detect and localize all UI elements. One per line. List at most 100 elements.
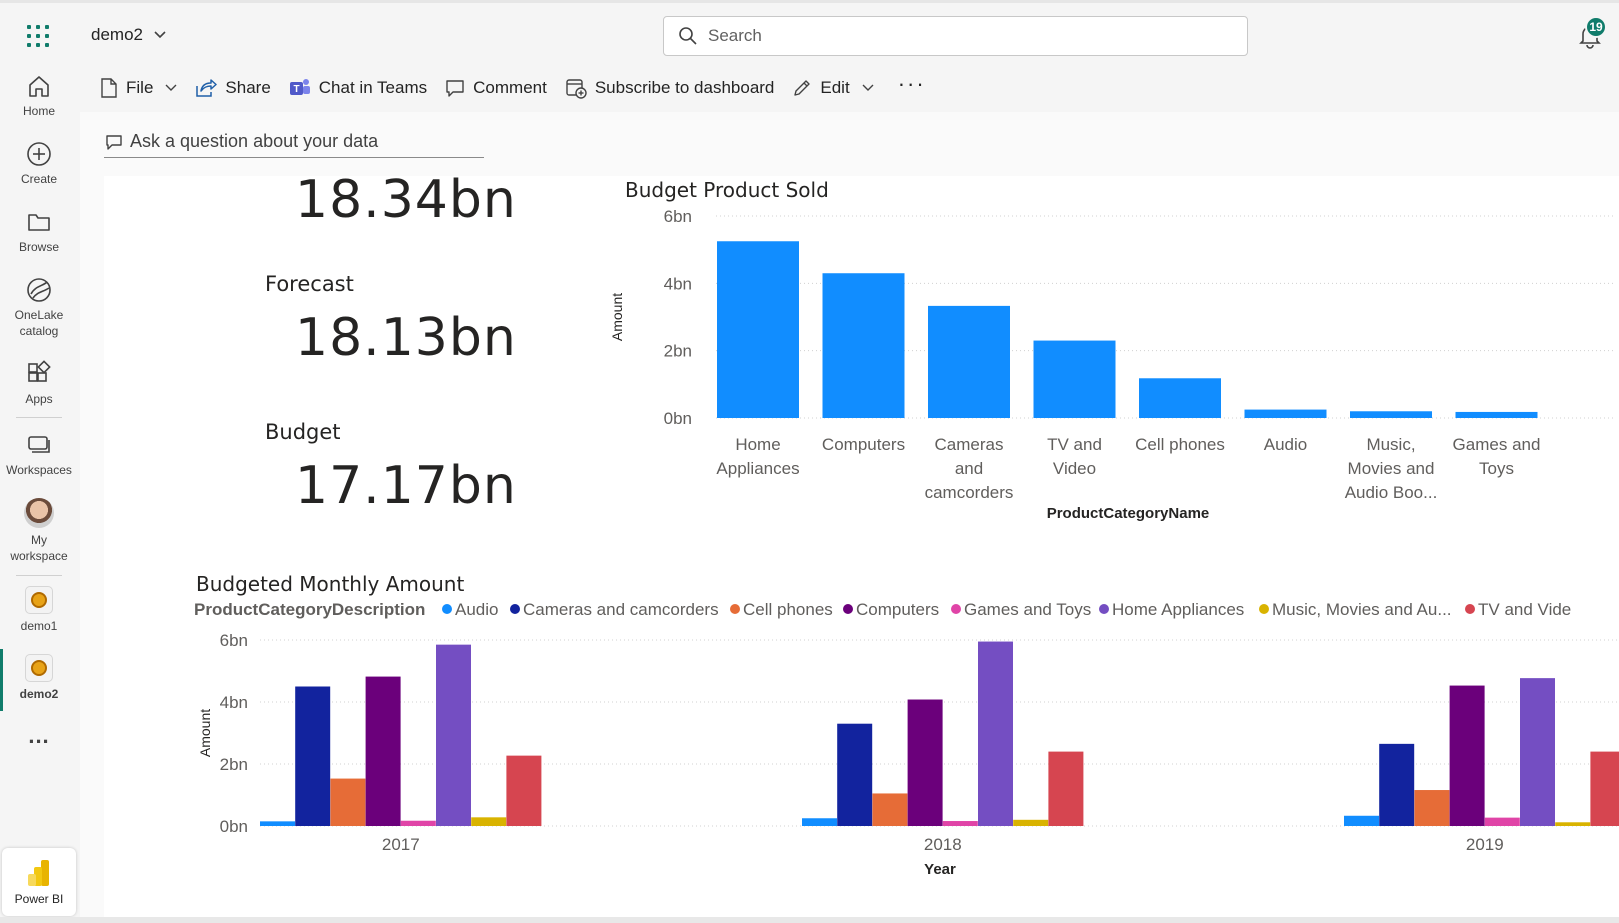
more-options-button[interactable]: ··· [898,71,926,97]
nav-browse[interactable]: Browse [0,208,78,255]
kpi-label-forecast: Forecast [265,272,354,296]
share-label: Share [225,78,271,97]
subscribe-button[interactable]: Subscribe to dashboard [565,77,774,99]
nav-label: Create [20,172,58,186]
x-tick-label: TV and [1047,435,1102,454]
x-axis-label: Year [924,861,956,878]
legend-item: Cell phones [743,600,833,619]
nav-label: demo2 [19,687,59,701]
nav-demo2[interactable]: demo2 [0,654,78,702]
x-tick-label: Toys [1479,459,1514,478]
bar-2017-tv-and-vide [506,755,542,826]
file-label: File [126,78,154,97]
teams-icon: T [289,79,310,95]
chevron-down-icon [862,84,874,91]
nav-home[interactable]: Home [0,72,78,119]
kpi-value-top[interactable]: 18.34bn [295,170,517,230]
nav-label: Apps [25,392,53,406]
bar-2019-music-movies-and-au- [1555,822,1591,826]
legend-title: ProductCategoryDescription [194,600,425,619]
workspaces-icon [28,436,50,453]
y-tick-label: 6bn [664,207,692,226]
qna-box[interactable]: Ask a question about your data [104,126,484,158]
apps-icon [28,360,51,382]
bar-2018-cameras-and-camcorders [837,723,873,826]
x-tick-label: 2018 [924,835,962,854]
x-tick-label: Cell phones [1135,435,1225,454]
x-tick-label: Computers [822,435,905,454]
legend-item: Cameras and camcorders [523,600,719,619]
home-icon [29,76,49,97]
command-bar: File Share T Chat in Teams Comment Subsc… [80,64,1619,112]
bar-2019-audio [1344,815,1379,826]
nav-more-button[interactable]: ... [0,725,78,747]
y-axis-label: Amount [197,709,213,757]
nav-divider [16,417,62,418]
bar-2019-cameras-and-camcorders [1379,743,1415,826]
bar-2017-music-movies-and-au- [471,817,507,826]
nav-label: Home [22,104,55,118]
powerbi-logo-icon [28,860,49,886]
folder-icon [28,214,50,231]
nav-workspaces[interactable]: Workspaces [0,431,78,478]
legend-marker [843,604,853,614]
bar-2018-computers [907,699,943,826]
comment-button[interactable]: Comment [445,78,547,98]
nav-onelake[interactable]: OneLake catalog [0,276,78,339]
kpi-value-budget[interactable]: 17.17bn [295,456,517,516]
bar-cameras-and-camcorders [928,305,1010,418]
y-tick-label: 4bn [220,693,248,712]
x-tick-label: Cameras [935,435,1004,454]
nav-label: Workspaces [6,463,72,477]
y-tick-label: 0bn [664,409,692,428]
powerbi-window: demo2 19 Home Create Browse OneLake cata… [0,0,1619,923]
legend-marker [1259,604,1269,614]
x-tick-label: Appliances [716,459,799,478]
bar-2017-computers [365,676,401,826]
nav-label: My workspace [10,533,68,563]
search-input[interactable] [708,26,1228,46]
x-tick-label: 2017 [382,835,420,854]
chat-in-teams-button[interactable]: T Chat in Teams [289,77,427,99]
nav-demo1[interactable]: demo1 [0,586,78,634]
legend-marker [951,604,961,614]
search-box[interactable] [663,16,1248,56]
app-launcher-icon[interactable] [27,25,49,47]
y-tick-label: 4bn [664,274,692,293]
nav-label: OneLake catalog [14,308,64,338]
budget-product-sold-chart[interactable]: 0bn 2bn 4bn 6bn Amount Home Appliances Computer… [604,200,1619,536]
x-tick-label: Audio Boo... [1345,483,1438,502]
comment-icon [446,80,464,97]
notification-badge: 19 [1585,16,1607,38]
workspace-name: demo2 [91,25,143,44]
chat-label: Chat in Teams [318,78,428,97]
nav-label: Browse [18,240,59,254]
nav-create[interactable]: Create [0,140,78,187]
powerbi-label: Power BI [14,892,64,906]
bar-2018-home-appliances [978,641,1013,826]
nav-apps[interactable]: Apps [0,360,78,407]
chevron-down-icon [165,84,177,91]
file-menu[interactable]: File [100,77,177,99]
budgeted-monthly-amount-chart[interactable]: ProductCategoryDescription Audio Cameras a… [184,596,1619,923]
legend-item: TV and Vide [1478,600,1571,619]
share-button[interactable]: Share [195,78,271,98]
x-tick-label: Games and [1453,435,1541,454]
subscribe-icon [566,79,587,99]
chart2-title: Budgeted Monthly Amount [196,572,465,596]
edit-menu[interactable]: Edit [792,78,874,98]
y-axis-label: Amount [609,293,625,341]
bar-cell-phones [1139,378,1221,418]
bar-2019-home-appliances [1520,678,1555,826]
plus-circle-icon [27,142,51,166]
chevron-down-icon [154,31,166,39]
legend-marker [1465,604,1475,614]
nav-my-workspace[interactable]: My workspace [0,498,78,564]
bar-2018-games-and-toys [942,821,978,826]
tile-area: 18.34bn Forecast 18.13bn Budget 17.17bn … [104,170,1619,923]
bar-2018-tv-and-vide [1048,751,1084,826]
powerbi-switcher[interactable]: Power BI [2,848,76,916]
kpi-value-forecast[interactable]: 18.13bn [295,308,517,368]
workspace-switcher[interactable]: demo2 [91,25,167,45]
x-tick-label: and [955,459,983,478]
